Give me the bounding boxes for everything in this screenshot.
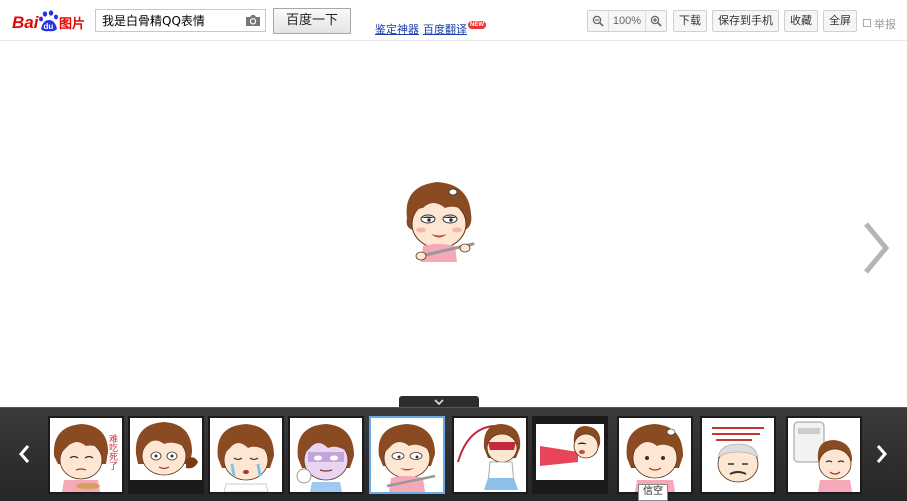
zoom-in-button[interactable] — [646, 11, 666, 31]
link-baidu-translate[interactable]: 百度翻译 — [423, 24, 467, 36]
svg-text:du: du — [44, 22, 54, 31]
thumbnail-strip: 难吃死了 — [0, 407, 907, 501]
thumbnail-5-selected[interactable] — [369, 416, 445, 494]
thumbnail-1[interactable]: 难吃死了 — [48, 416, 124, 494]
chevron-right-icon — [864, 222, 890, 274]
report-link[interactable]: 举报 — [863, 16, 896, 32]
save-to-phone-button[interactable]: 保存到手机 — [712, 10, 779, 32]
zoom-level: 100% — [608, 11, 646, 31]
new-badge: NEW — [468, 21, 486, 29]
chevron-right-icon — [876, 445, 887, 463]
thumbnail-7[interactable] — [532, 416, 608, 494]
main-image[interactable] — [399, 178, 479, 262]
thumbnail-10[interactable] — [786, 416, 862, 494]
favorite-button[interactable]: 收藏 — [784, 10, 818, 32]
link-identify-tool[interactable]: 鉴定神器 — [375, 24, 419, 36]
top-bar: Bai du 图片 百度一下 鉴定神器百度翻译NEW — [0, 0, 907, 41]
svg-text:Bai: Bai — [12, 13, 40, 32]
baidu-images-logo[interactable]: Bai du 图片 — [12, 9, 92, 33]
thumbnail-9[interactable] — [700, 416, 776, 494]
strip-prev-button[interactable] — [14, 440, 34, 468]
zoom-controls: 100% — [587, 10, 667, 32]
report-icon — [863, 19, 871, 27]
next-image-arrow[interactable] — [862, 222, 890, 274]
thumbnail-tooltip: 信空 — [638, 484, 668, 501]
top-links: 鉴定神器 百度翻译 NEW — [375, 21, 486, 37]
search-button[interactable]: 百度一下 — [273, 8, 351, 34]
report-label: 举报 — [874, 18, 896, 31]
thumbnail-3[interactable] — [208, 416, 284, 494]
zoom-in-icon — [650, 15, 662, 27]
download-button[interactable]: 下载 — [673, 10, 707, 32]
zoom-out-icon — [592, 15, 604, 27]
zoom-out-button[interactable] — [588, 11, 608, 31]
thumbnail-2[interactable] — [128, 416, 204, 494]
search-box — [95, 9, 266, 32]
thumbnail-6[interactable] — [452, 416, 528, 494]
thumbnail-8[interactable] — [617, 416, 693, 494]
search-input[interactable] — [96, 10, 238, 31]
thumbnail-caption: 难吃死了 — [107, 434, 118, 470]
strip-next-button[interactable] — [872, 440, 892, 468]
camera-icon[interactable] — [245, 13, 261, 27]
svg-text:图片: 图片 — [59, 16, 85, 32]
fullscreen-button[interactable]: 全屏 — [823, 10, 857, 32]
thumbnail-4[interactable] — [288, 416, 364, 494]
chevron-left-icon — [19, 445, 30, 463]
